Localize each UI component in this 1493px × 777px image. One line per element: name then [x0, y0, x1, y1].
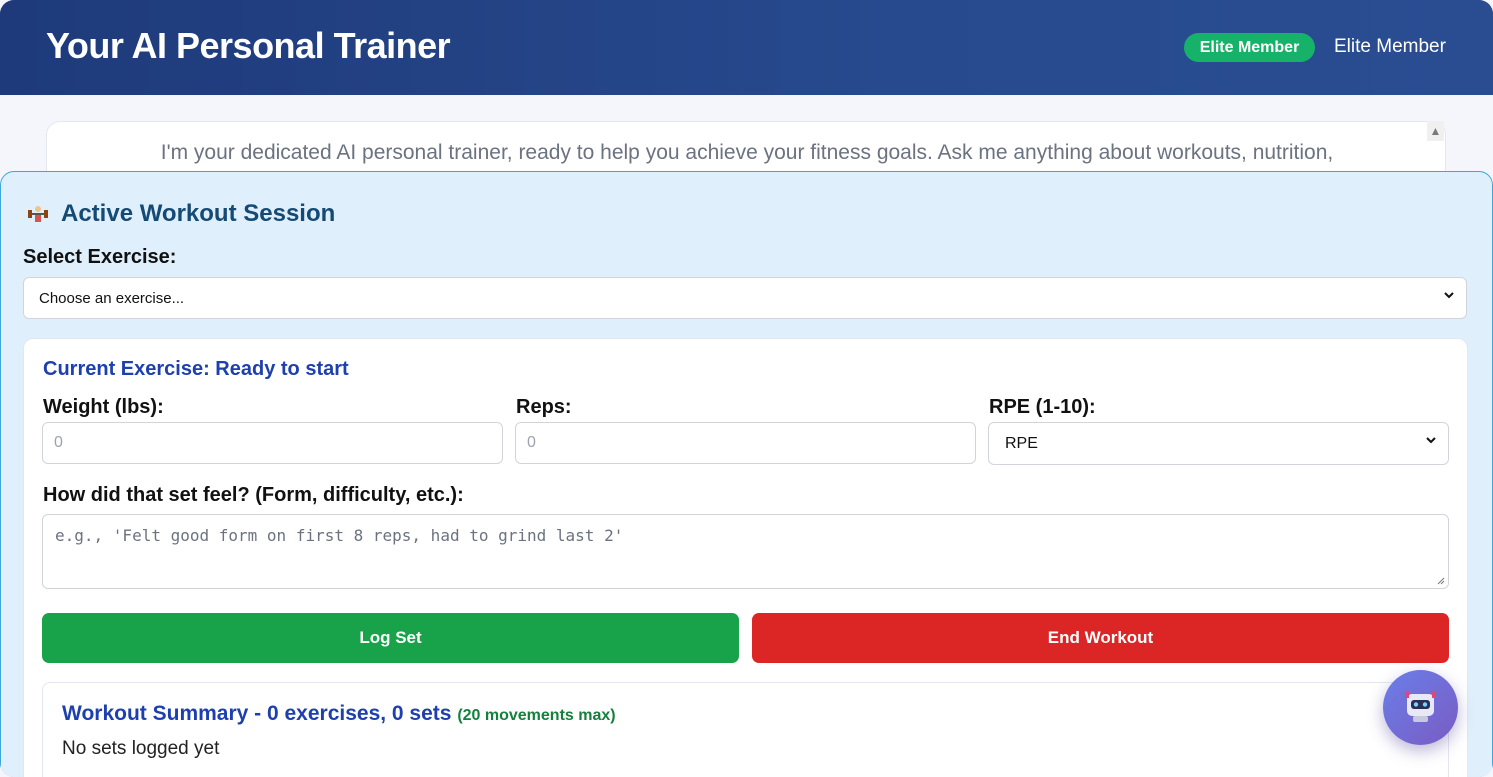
exercise-select[interactable]: Choose an exercise...	[23, 277, 1467, 319]
resize-handle-icon[interactable]	[1437, 577, 1445, 585]
weight-label: Weight (lbs):	[43, 396, 164, 418]
chevron-down-icon	[1444, 292, 1454, 299]
current-exercise-heading: Current Exercise: Ready to start	[43, 358, 349, 380]
workout-summary-card	[42, 682, 1449, 777]
reps-input[interactable]: 0	[515, 422, 976, 464]
workout-summary-title: Workout Summary - 0 exercises, 0 sets (2…	[62, 702, 616, 726]
scroll-up-arrow-icon[interactable]: ▲	[1427, 121, 1444, 141]
rpe-select[interactable]: RPE	[988, 422, 1449, 465]
set-feel-placeholder: e.g., 'Felt good form on first 8 reps, h…	[55, 526, 624, 545]
app-window: Your AI Personal Trainer Elite Member El…	[0, 0, 1493, 777]
app-title: Your AI Personal Trainer	[46, 25, 451, 66]
app-header: Your AI Personal Trainer Elite Member El…	[0, 0, 1493, 95]
weight-input[interactable]: 0	[42, 422, 503, 464]
reps-placeholder: 0	[527, 434, 536, 451]
chevron-down-icon	[1426, 437, 1436, 444]
no-sets-message: No sets logged yet	[62, 738, 220, 759]
end-workout-button[interactable]: End Workout	[752, 613, 1449, 663]
set-feel-label: How did that set feel? (Form, difficulty…	[43, 484, 464, 506]
rpe-select-value: RPE	[1005, 435, 1038, 452]
rpe-label: RPE (1-10):	[989, 396, 1096, 418]
set-feel-textarea[interactable]: e.g., 'Felt good form on first 8 reps, h…	[42, 514, 1449, 589]
workout-summary-heading: Workout Summary - 0 exercises, 0 sets	[62, 702, 452, 725]
movements-max-note: (20 movements max)	[457, 707, 616, 724]
ai-assistant-button[interactable]	[1383, 670, 1458, 745]
membership-badge: Elite Member	[1184, 33, 1315, 62]
robot-icon	[1405, 692, 1436, 722]
workout-session-title: Active Workout Session	[61, 200, 336, 227]
reps-label: Reps:	[516, 396, 572, 418]
select-exercise-label: Select Exercise:	[23, 246, 177, 268]
membership-label[interactable]: Elite Member	[1334, 36, 1446, 58]
intro-message: I'm your dedicated AI personal trainer, …	[160, 141, 1334, 164]
log-set-button[interactable]: Log Set	[42, 613, 739, 663]
weightlifter-icon	[27, 203, 49, 231]
weight-placeholder: 0	[54, 434, 63, 451]
exercise-select-value: Choose an exercise...	[39, 290, 185, 307]
